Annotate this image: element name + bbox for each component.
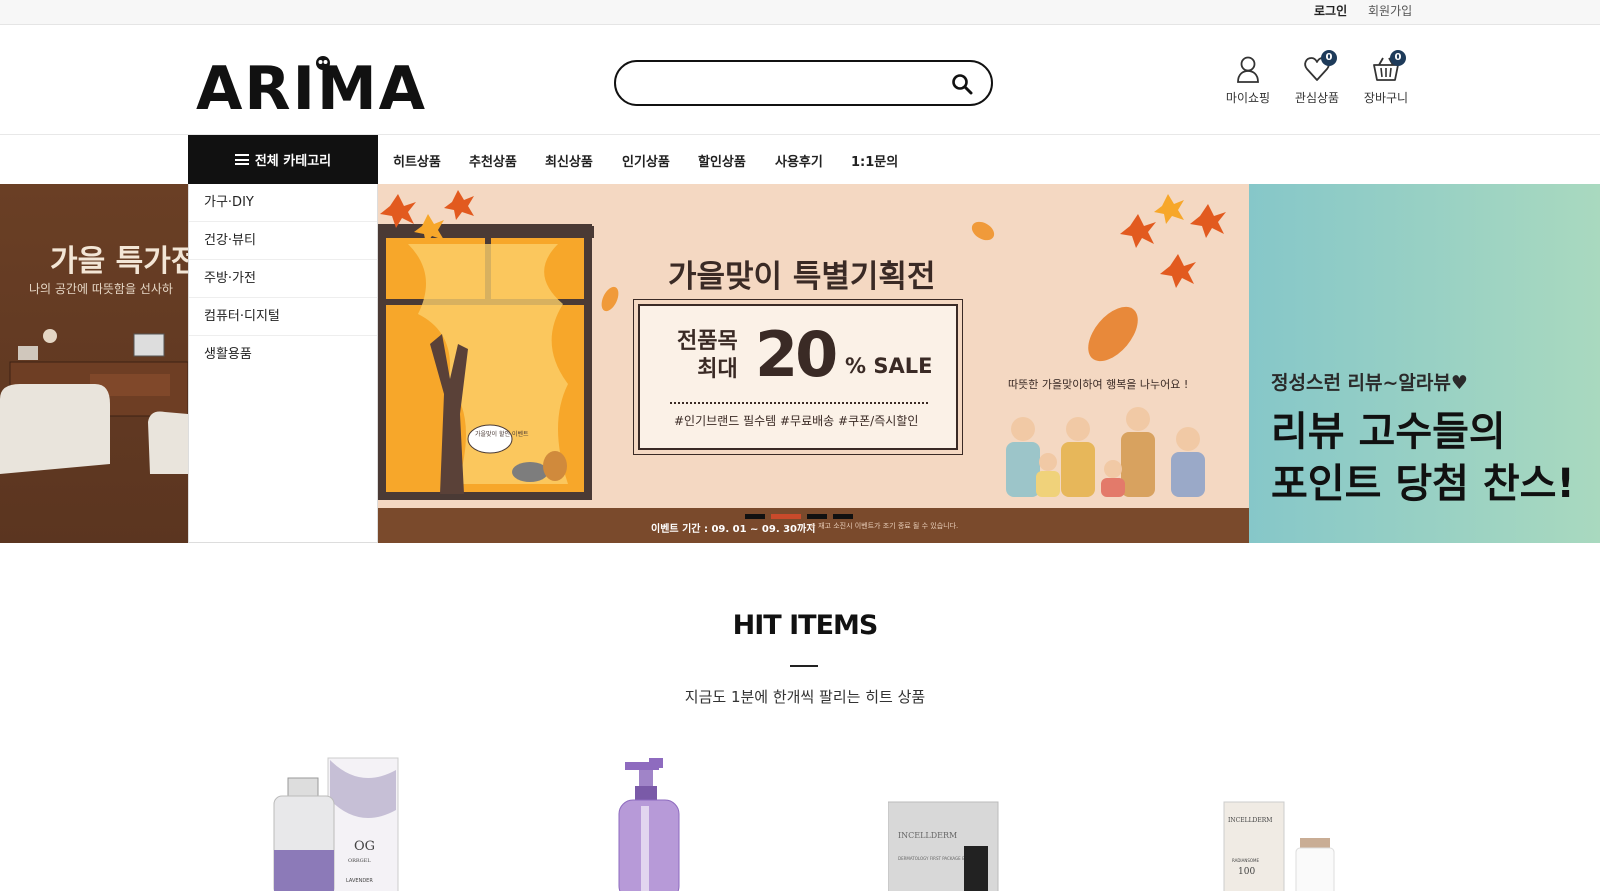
cart-button[interactable]: 0 장바구니 [1356,50,1416,106]
banner-footer: 이벤트 기간 : 09. 01 ~ 09. 30까지 ※ 재고 소진시 이벤트가… [378,508,1249,543]
wishlist-label: 관심상품 [1294,91,1340,105]
hit-items-subtitle: 지금도 1분에 한개씩 팔리는 히트 상품 [684,688,926,706]
hit-items-title: HIT ITEMS [732,610,879,641]
category-computer-digital[interactable]: 컴퓨터·디지털 [189,298,377,336]
product-1-brand-sub: ORRGEL [348,858,371,864]
slide-indicator-1[interactable] [745,514,765,519]
hamburger-icon [234,154,249,165]
nav-reviews[interactable]: 사용후기 [775,151,823,170]
nav-hit-products[interactable]: 히트상품 [393,151,441,170]
sale-divider [670,402,928,404]
nav-newest[interactable]: 최신상품 [545,151,593,170]
cart-count-badge: 0 [1390,50,1406,66]
search-box [614,60,993,106]
review-banner-line2: 리뷰 고수들의 [1271,409,1506,455]
category-living-goods[interactable]: 생활용품 [189,336,377,374]
search-input[interactable] [634,72,934,94]
category-health-beauty[interactable]: 건강·뷰티 [189,222,377,260]
arima-logo[interactable]: ARIMA [196,51,476,113]
user-icon [1237,56,1259,83]
login-link[interactable]: 로그인 [1314,2,1347,19]
banner-review-event[interactable]: 정성스런 리뷰~알라뷰♥ 리뷰 고수들의 포인트 당첨 찬스! [1249,184,1600,543]
product-image-3: INCELLDERM DERMATOLOGY FIRST PACKAGE EX [888,801,999,891]
category-furniture-diy[interactable]: 가구·DIY [189,184,377,222]
slide-indicator-2[interactable] [771,514,801,519]
nav-inquiry[interactable]: 1:1문의 [851,151,898,170]
product-1-variant: LAVENDER [346,878,373,884]
product-card-4[interactable]: INCELLDERM RADIANSOME 100 [1222,750,1342,891]
sale-box-line1: 전품목 [677,329,738,354]
product-3-brand-sub: DERMATOLOGY FIRST PACKAGE EX [898,856,967,861]
nav-popular[interactable]: 인기상품 [622,151,670,170]
family-illustration [1006,407,1205,497]
all-category-label: 전체 카테고리 [254,154,332,169]
category-dropdown: 가구·DIY 건강·뷰티 주방·가전 컴퓨터·디지털 생활용품 [188,184,378,543]
header: ARIMA 마이쇼핑 0 관심상품 0 장바구니 [0,25,1600,135]
product-card-3[interactable]: INCELLDERM DERMATOLOGY FIRST PACKAGE EX [888,750,1000,891]
logo-text: ARIMA [196,54,427,113]
review-banner-line3: 포인트 당첨 찬스! [1271,461,1575,507]
warm-message: 따뜻한 가을맞이하여 행복을 나누어요 ! [1008,378,1189,391]
banner-autumn-sale[interactable]: 가을맞이 할인 이벤트 가을맞이 특별기획전 전품목 최대 20 % SALE … [378,184,1249,543]
window-note: 가을맞이 할인 이벤트 [475,430,529,438]
wishlist-button[interactable]: 0 관심상품 [1287,50,1347,106]
sale-text: % SALE [845,354,933,378]
event-note: ※ 재고 소진시 이벤트가 조기 종료 될 수 있습니다. [810,522,959,530]
review-banner-line1: 정성스런 리뷰~알라뷰♥ [1271,372,1468,394]
slide-indicator-4[interactable] [833,514,853,519]
product-4-brand: INCELLDERM [1228,817,1272,824]
product-4-variant: 100 [1238,867,1255,877]
nav-recommended[interactable]: 추천상품 [469,151,517,170]
sale-box-label: 전품목 최대 [677,328,738,384]
top-utility-bar: 로그인 회원가입 [0,0,1600,25]
product-image-1: OG ORRGEL LAVENDER [273,757,399,891]
sale-box: 전품목 최대 20 % SALE #인기브랜드 필수템 #무료배송 #쿠폰/즉시… [633,299,963,455]
my-shopping-label: 마이쇼핑 [1225,91,1271,105]
nav-discount[interactable]: 할인상품 [698,151,746,170]
sale-percent: 20 [755,318,838,391]
wishlist-count-badge: 0 [1321,50,1337,66]
event-period: 이벤트 기간 : 09. 01 ~ 09. 30까지 [651,524,816,535]
join-link[interactable]: 회원가입 [1368,2,1412,19]
all-category-button[interactable]: 전체 카테고리 [188,135,378,184]
product-4-brand-sub: RADIANSOME [1232,858,1259,863]
banner-main-title: 가을맞이 특별기획전 [668,259,936,295]
search-icon[interactable] [951,73,973,95]
product-image-4: INCELLDERM RADIANSOME 100 [1223,801,1335,891]
product-1-brand: OG [354,839,375,854]
main-nav: 전체 카테고리 히트상품 추천상품 최신상품 인기상품 할인상품 사용후기 1:… [0,135,1600,184]
category-kitchen-appliances[interactable]: 주방·가전 [189,260,377,298]
review-banner-headline: 리뷰 고수들의 포인트 당첨 찬스! [1271,406,1575,510]
cart-label: 장바구니 [1363,91,1409,105]
sale-tags: #인기브랜드 필수템 #무료배송 #쿠폰/즉시할인 [674,414,919,428]
slide-indicator-3[interactable] [807,514,827,519]
sale-box-line2: 최대 [697,357,738,382]
product-card-2[interactable] [615,750,695,891]
hit-items-divider [790,665,818,667]
product-3-brand: INCELLDERM [898,831,957,840]
product-image-2 [618,758,680,891]
product-card-1[interactable]: OG ORRGEL LAVENDER [270,750,410,891]
logo-owl-head [316,56,330,70]
my-shopping-button[interactable]: 마이쇼핑 [1218,55,1278,106]
